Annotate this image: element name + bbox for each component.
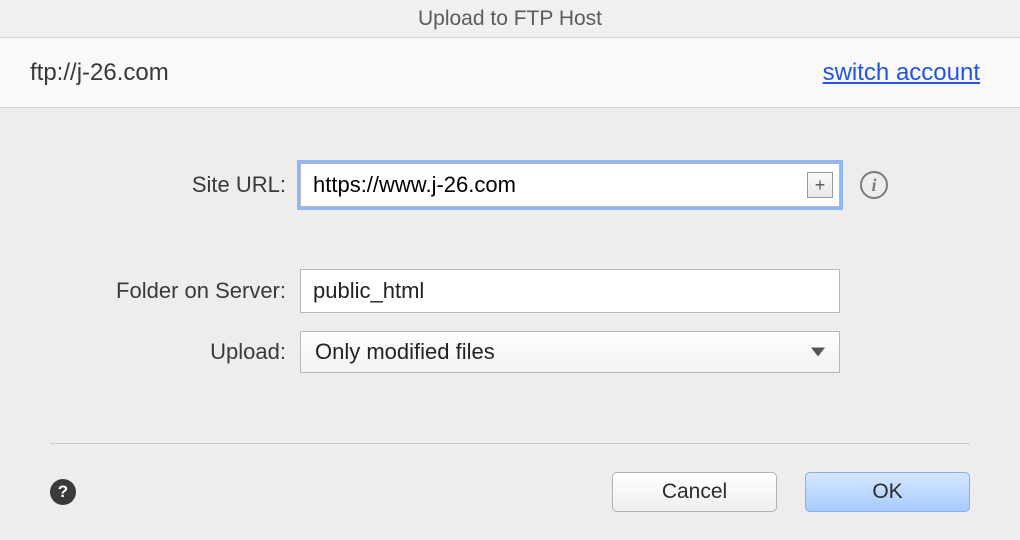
footer-divider xyxy=(50,443,970,444)
dialog-window: Upload to FTP Host ftp://j-26.com switch… xyxy=(0,0,1020,540)
site-url-input[interactable] xyxy=(301,164,801,206)
site-url-row: Site URL: + i xyxy=(0,163,970,207)
folder-control xyxy=(300,269,840,313)
footer: ? Cancel OK xyxy=(0,443,1020,540)
help-glyph: ? xyxy=(58,482,68,502)
site-url-input-wrap: + xyxy=(300,163,840,207)
folder-input[interactable] xyxy=(300,269,840,313)
upload-control: Only modified files xyxy=(300,331,840,373)
upload-select[interactable]: Only modified files xyxy=(300,331,840,373)
ok-button[interactable]: OK xyxy=(805,472,970,512)
plus-glyph: + xyxy=(815,175,826,196)
plus-icon[interactable]: + xyxy=(807,172,833,198)
info-icon[interactable]: i xyxy=(860,171,888,199)
form-body: Site URL: + i Folder on Server: xyxy=(0,108,1020,443)
folder-row: Folder on Server: xyxy=(0,269,970,313)
upload-row: Upload: Only modified files xyxy=(0,331,970,373)
upload-label: Upload: xyxy=(0,339,300,365)
window-title: Upload to FTP Host xyxy=(418,7,602,31)
upload-select-text: Only modified files xyxy=(315,339,495,365)
switch-account-link[interactable]: switch account xyxy=(823,59,980,87)
chevron-down-icon xyxy=(811,348,825,357)
button-row: ? Cancel OK xyxy=(50,472,970,512)
cancel-button[interactable]: Cancel xyxy=(612,472,777,512)
help-icon[interactable]: ? xyxy=(50,479,76,505)
account-header: ftp://j-26.com switch account xyxy=(0,38,1020,108)
titlebar: Upload to FTP Host xyxy=(0,0,1020,38)
site-url-label: Site URL: xyxy=(0,172,300,198)
info-glyph: i xyxy=(871,175,876,196)
folder-label: Folder on Server: xyxy=(0,278,300,304)
site-url-control: + i xyxy=(300,163,888,207)
ftp-host-text: ftp://j-26.com xyxy=(30,59,169,87)
